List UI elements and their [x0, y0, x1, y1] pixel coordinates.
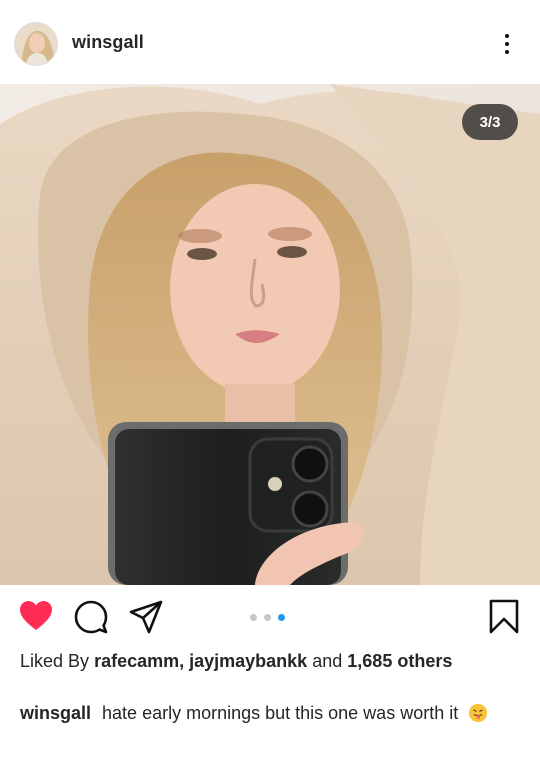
carousel-dot — [264, 614, 271, 621]
bookmark-icon[interactable] — [486, 599, 522, 635]
likes-and: and — [312, 651, 343, 671]
likes-summary[interactable]: Liked By rafecamm, jayjmaybankk and 1,68… — [20, 650, 525, 673]
carousel-dot — [250, 614, 257, 621]
likes-prefix: Liked By — [20, 651, 90, 671]
likes-suffix[interactable]: others — [397, 651, 452, 671]
caption-username[interactable]: winsgall — [20, 703, 91, 723]
post-image[interactable]: 3/3 — [0, 84, 540, 585]
carousel-indicator — [250, 614, 285, 622]
caption-text: hate early mornings but this one was wor… — [102, 703, 459, 723]
post-username[interactable]: winsgall — [72, 32, 144, 53]
likes-count[interactable]: 1,685 — [347, 651, 392, 671]
heart-icon[interactable] — [18, 599, 54, 635]
send-icon[interactable] — [128, 599, 164, 635]
carousel-dot-active — [278, 614, 285, 621]
more-options-icon[interactable] — [497, 32, 517, 56]
image-counter: 3/3 — [462, 104, 518, 140]
post-caption: winsgall hate early mornings but this on… — [20, 698, 525, 728]
comment-icon[interactable] — [73, 599, 109, 635]
likes-users[interactable]: rafecamm, jayjmaybankk — [94, 651, 307, 671]
post-header: winsgall — [0, 0, 540, 84]
profile-avatar[interactable] — [14, 22, 58, 66]
tongue-out-emoji — [469, 704, 488, 722]
action-bar — [0, 585, 540, 649]
